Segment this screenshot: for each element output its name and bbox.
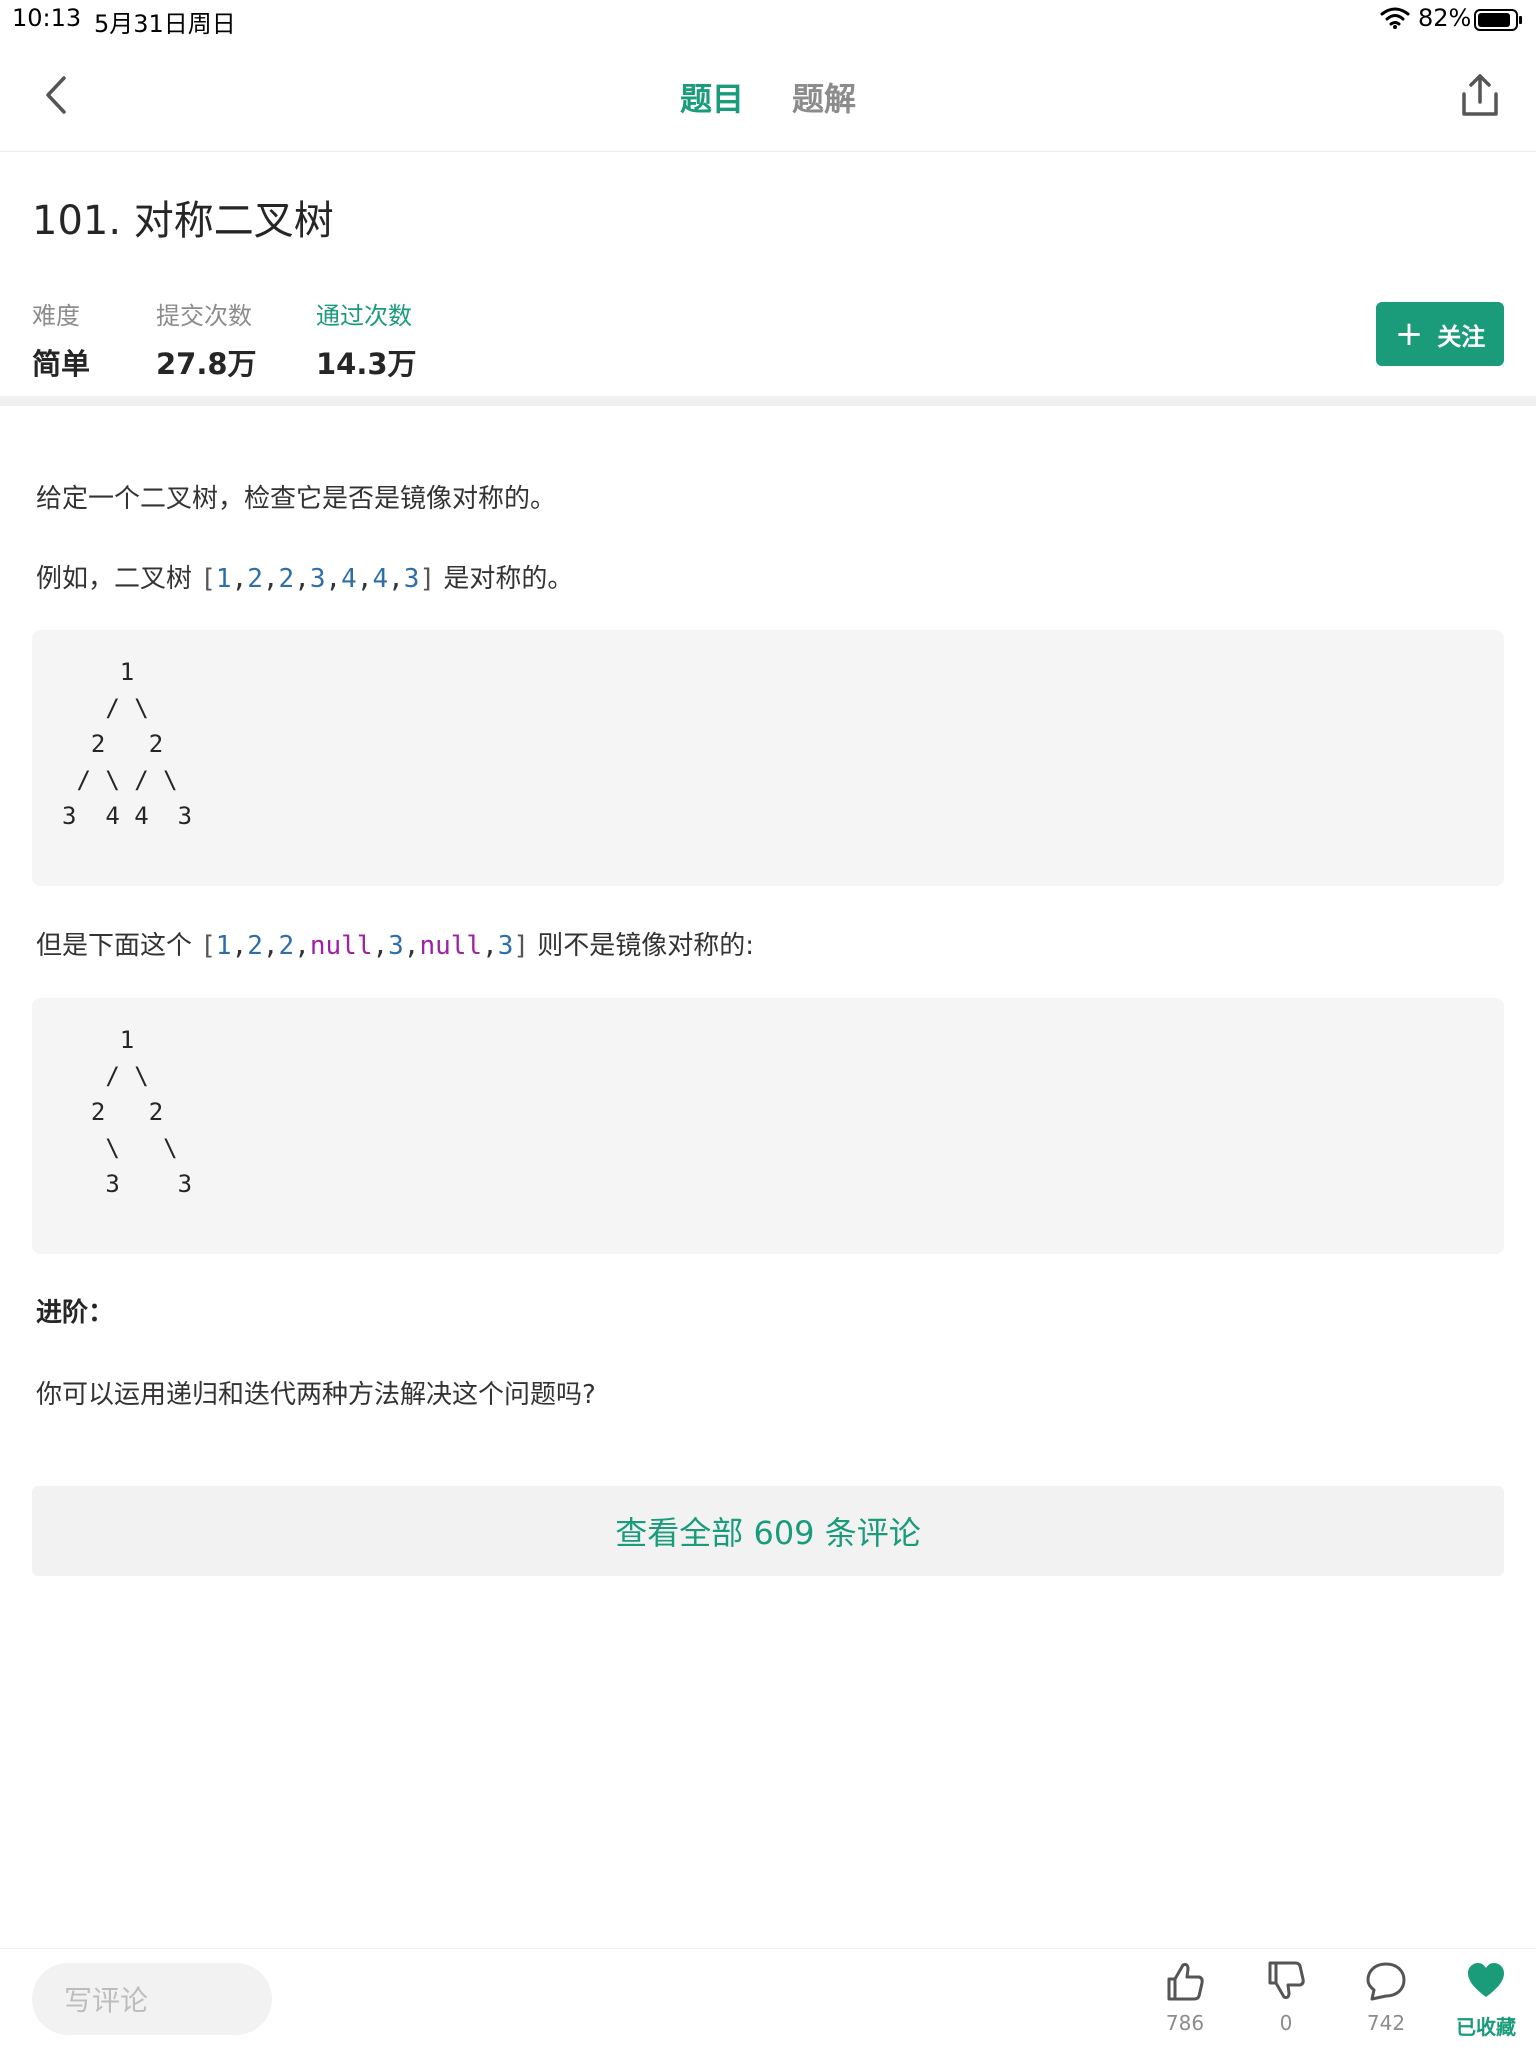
stat-accepted: 通过次数 14.3万 [316, 296, 417, 383]
comment-bubble-icon [1366, 1962, 1406, 2001]
battery-percent: 82% [1418, 4, 1472, 32]
status-date: 5月31日周日 [94, 10, 236, 38]
comma: , [262, 564, 279, 594]
example-intro-suffix: 是对称的。 [435, 564, 574, 594]
follow-label: 关注 [1437, 322, 1486, 351]
code-block-tree: 1 / \ 2 2 / \ / \ 3 4 4 3 [32, 630, 1504, 886]
open-bracket: [ [200, 931, 216, 961]
section-divider [0, 396, 1536, 406]
array-element: null [419, 931, 483, 961]
stat-value: 14.3万 [316, 347, 417, 381]
comma: , [231, 564, 248, 594]
stat-label: 通过次数 [316, 302, 412, 330]
status-time: 10:13 [12, 4, 82, 32]
array-element: 4 [372, 564, 389, 594]
comma: , [372, 931, 389, 961]
example-intro-prefix: 例如，二叉树 [36, 564, 201, 594]
thumbs-down-icon [1268, 1961, 1305, 1999]
comment-button[interactable]: 742 [1346, 1959, 1426, 2035]
comma: , [294, 931, 310, 961]
array-element: 3 [403, 564, 420, 594]
thumbs-up-icon [1167, 1963, 1204, 2001]
stat-value: 27.8万 [156, 347, 257, 381]
counter-example-intro: 但是下面这个 [1,2,2,null,3,null,3] 则不是镜像对称的: [36, 925, 754, 962]
comma: , [294, 564, 310, 594]
nav-bar: 题目 题解 [0, 40, 1536, 152]
tree-diagram-asymmetric: 1 / \ 2 2 \ \ 3 3 [90, 1026, 193, 1198]
write-comment-input[interactable]: 写评论 [32, 1963, 272, 2035]
array-element: 2 [278, 931, 295, 961]
comma: , [388, 564, 404, 594]
heart-icon [1468, 1963, 1504, 1997]
share-icon[interactable] [1456, 70, 1504, 122]
view-all-comments-button[interactable]: 查看全部 609 条评论 [32, 1486, 1504, 1576]
advanced-text: 你可以运用递归和迭代两种方法解决这个问题吗? [36, 1380, 596, 1410]
comma: , [403, 931, 420, 961]
code-block-tree: 1 / \ 2 2 \ \ 3 3 [32, 998, 1504, 1254]
array-element: null [309, 931, 373, 961]
bottom-action-bar: 写评论 786 0 742 已收藏 [0, 1948, 1536, 2048]
dislike-count: 0 [1279, 2011, 1293, 2035]
like-count: 786 [1165, 2011, 1205, 2035]
status-bar: 10:13 5月31日周日 82% [0, 0, 1536, 40]
tree-diagram-symmetric: 1 / \ 2 2 / \ / \ 3 4 4 3 [62, 658, 193, 830]
follow-button[interactable]: + 关注 [1376, 302, 1504, 366]
counter-intro-prefix: 但是下面这个 [36, 931, 201, 961]
tab-solution[interactable]: 题解 [792, 74, 856, 120]
array-element: 2 [247, 931, 263, 961]
open-bracket: [ [200, 564, 216, 594]
close-bracket: ] [419, 564, 436, 594]
advanced-heading: 进阶： [36, 1298, 115, 1328]
wifi-icon [1380, 7, 1410, 29]
back-icon[interactable] [36, 70, 80, 120]
stat-submissions: 提交次数 27.8万 [156, 296, 257, 383]
inline-code-array: [1,2,2,3,4,4,3] [200, 564, 435, 594]
counter-intro-suffix: 则不是镜像对称的: [529, 931, 755, 961]
stat-label: 提交次数 [156, 302, 252, 330]
comma: , [262, 931, 279, 961]
array-element: 3 [388, 931, 404, 961]
description-paragraph: 给定一个二叉树，检查它是否是镜像对称的。 [36, 484, 557, 514]
stat-value: 简单 [32, 347, 91, 381]
comma: , [231, 931, 248, 961]
dislike-button[interactable]: 0 [1246, 1959, 1326, 2035]
battery-icon [1474, 9, 1522, 31]
like-button[interactable]: 786 [1145, 1959, 1225, 2035]
comma: , [356, 564, 373, 594]
comma: , [325, 564, 342, 594]
stat-label: 难度 [32, 302, 80, 330]
close-bracket: ] [513, 931, 530, 961]
array-element: 2 [247, 564, 263, 594]
array-element: 2 [278, 564, 295, 594]
array-element: 1 [215, 931, 232, 961]
favorite-label: 已收藏 [1456, 2015, 1516, 2039]
example-intro: 例如，二叉树 [1,2,2,3,4,4,3] 是对称的。 [36, 558, 573, 595]
inline-code-array: [1,2,2,null,3,null,3] [200, 931, 529, 961]
array-element: 4 [341, 564, 357, 594]
comment-count: 742 [1366, 2011, 1406, 2035]
array-element: 1 [215, 564, 232, 594]
problem-title: 101. 对称二叉树 [32, 198, 334, 244]
stat-difficulty: 难度 简单 [32, 296, 90, 383]
plus-icon: + [1394, 314, 1424, 354]
array-element: 3 [309, 564, 326, 594]
array-element: 3 [497, 931, 514, 961]
comma: , [482, 931, 498, 961]
tab-problem[interactable]: 题目 [680, 74, 744, 120]
favorite-button[interactable]: 已收藏 [1446, 1959, 1526, 2040]
